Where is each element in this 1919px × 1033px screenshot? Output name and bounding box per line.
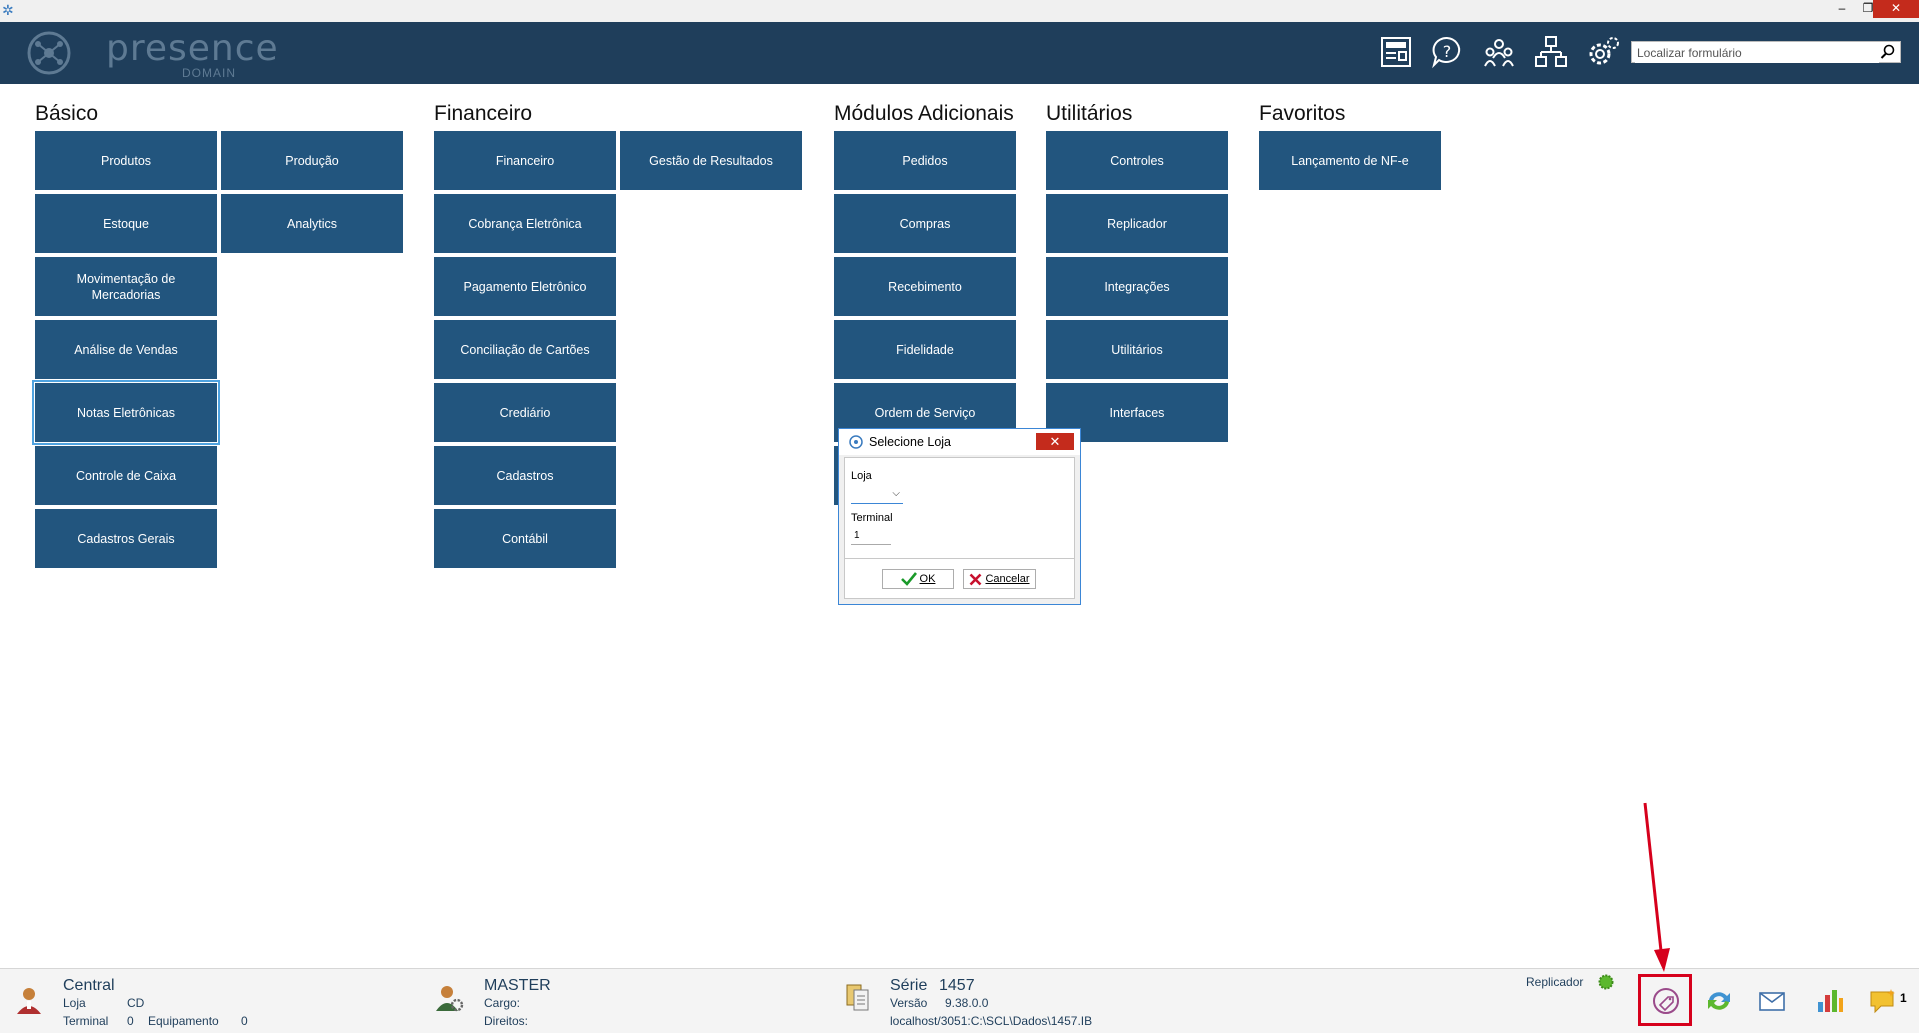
- select-store-dialog: Selecione Loja ✕ Loja ⌵ Terminal 1 OK Ca…: [838, 428, 1081, 605]
- x-icon: [970, 573, 982, 585]
- window-titlebar: ✲ – ❐ ✕: [0, 0, 1919, 22]
- search-input[interactable]: [1635, 43, 1879, 63]
- tile-compras[interactable]: Compras: [834, 194, 1016, 253]
- group-title-utilitarios: Utilitários: [1046, 102, 1133, 125]
- dialog-body: Loja ⌵ Terminal 1 OK Cancelar: [844, 457, 1075, 599]
- terminal-label: Terminal: [851, 512, 893, 524]
- group-title-financeiro: Financeiro: [434, 102, 533, 125]
- help-icon[interactable]: ?: [1429, 34, 1465, 70]
- user-name: MASTER: [484, 977, 551, 994]
- tile-analise-vendas[interactable]: Análise de Vendas: [35, 320, 217, 379]
- versao-value: 9.38.0.0: [945, 996, 989, 1010]
- loja-label: Loja: [851, 470, 872, 482]
- tile-produtos[interactable]: Produtos: [35, 131, 217, 190]
- database-icon: [846, 984, 869, 1011]
- tile-notas-eletronicas[interactable]: Notas Eletrônicas: [32, 380, 220, 445]
- tile-replicador[interactable]: Replicador: [1046, 194, 1228, 253]
- dialog-separator: [845, 558, 1074, 559]
- database-path: localhost/3051:C:\SCL\Dados\1457.IB: [890, 1014, 1093, 1028]
- tile-gestao-resultados[interactable]: Gestão de Resultados: [620, 131, 802, 190]
- tile-pagamento-eletronico[interactable]: Pagamento Eletrônico: [434, 257, 616, 316]
- terminal-input[interactable]: 1: [851, 527, 891, 545]
- news-icon[interactable]: [1378, 34, 1414, 70]
- network-icon[interactable]: [1533, 34, 1569, 70]
- tile-producao[interactable]: Produção: [221, 131, 403, 190]
- equipamento-label: Equipamento: [148, 1014, 219, 1028]
- tile-pedidos[interactable]: Pedidos: [834, 131, 1016, 190]
- replicador-status-icon: [1598, 974, 1614, 990]
- minimize-button[interactable]: –: [1829, 0, 1855, 18]
- settings-icon[interactable]: [1585, 34, 1621, 70]
- serie-label: Série: [890, 977, 928, 994]
- mail-icon[interactable]: [1757, 986, 1787, 1016]
- bar-chart-icon[interactable]: [1815, 984, 1845, 1014]
- loja-select[interactable]: ⌵: [851, 486, 903, 504]
- tile-movimentacao-mercadorias[interactable]: Movimentação de Mercadorias: [35, 257, 217, 316]
- tile-recebimento[interactable]: Recebimento: [834, 257, 1016, 316]
- tile-crediario[interactable]: Crediário: [434, 383, 616, 442]
- notification-count: 1: [1900, 991, 1907, 1005]
- search-box: [1631, 41, 1901, 63]
- direitos-label: Direitos:: [484, 1014, 529, 1028]
- loja-value: [851, 491, 854, 502]
- tile-controle-caixa[interactable]: Controle de Caixa: [35, 446, 217, 505]
- ok-label: OK: [919, 573, 936, 585]
- equipamento-value: 0: [241, 1014, 248, 1028]
- versao-label: Versão: [890, 996, 928, 1010]
- annotation-highlight-box: [1638, 974, 1692, 1026]
- cargo-label: Cargo:: [484, 996, 521, 1010]
- dialog-close-button[interactable]: ✕: [1036, 433, 1074, 450]
- serie-value: 1457: [939, 977, 975, 994]
- group-title-basico: Básico: [35, 102, 99, 125]
- dialog-titlebar: Selecione Loja ✕: [839, 429, 1080, 455]
- tile-conciliacao-cartoes[interactable]: Conciliação de Cartões: [434, 320, 616, 379]
- messages-icon[interactable]: [1869, 986, 1899, 1016]
- check-icon: [900, 572, 917, 586]
- tile-financeiro[interactable]: Financeiro: [434, 131, 616, 190]
- tile-contabil[interactable]: Contábil: [434, 509, 616, 568]
- tile-cadastros[interactable]: Cadastros: [434, 446, 616, 505]
- group-title-favoritos: Favoritos: [1259, 102, 1346, 125]
- group-title-modulos: Módulos Adicionais: [834, 102, 1014, 125]
- logo-icon: [27, 31, 71, 75]
- tile-cadastros-gerais[interactable]: Cadastros Gerais: [35, 509, 217, 568]
- dialog-title: Selecione Loja: [869, 435, 952, 449]
- sync-icon[interactable]: [1704, 986, 1734, 1016]
- tile-integracoes[interactable]: Integrações: [1046, 257, 1228, 316]
- annotation-arrow-icon: [1643, 802, 1670, 972]
- close-window-button[interactable]: ✕: [1873, 0, 1919, 18]
- user-settings-icon: [436, 986, 464, 1012]
- tile-estoque[interactable]: Estoque: [35, 194, 217, 253]
- app-icon: [849, 435, 863, 449]
- ok-button[interactable]: OK: [882, 569, 954, 589]
- chevron-down-icon: ⌵: [892, 488, 900, 499]
- tile-cobranca-eletronica[interactable]: Cobrança Eletrônica: [434, 194, 616, 253]
- replicador-label: Replicador: [1526, 975, 1584, 989]
- loja-value: CD: [127, 996, 145, 1010]
- tile-lancamento-nfe[interactable]: Lançamento de NF-e: [1259, 131, 1441, 190]
- user-icon: [17, 988, 41, 1014]
- tile-utilitarios[interactable]: Utilitários: [1046, 320, 1228, 379]
- tile-fidelidade[interactable]: Fidelidade: [834, 320, 1016, 379]
- users-icon[interactable]: [1481, 34, 1517, 70]
- app-header: presence DOMAIN ?: [0, 22, 1919, 84]
- loja-label: Loja: [63, 996, 86, 1010]
- logo-text: presence: [106, 28, 279, 69]
- app-icon: ✲: [2, 2, 14, 18]
- cancel-label: Cancelar: [985, 573, 1030, 585]
- terminal-label: Terminal: [63, 1014, 109, 1028]
- svg-text:?: ?: [1443, 42, 1452, 61]
- logo-subtitle: DOMAIN: [182, 66, 236, 80]
- tile-analytics[interactable]: Analytics: [221, 194, 403, 253]
- terminal-value: 0: [127, 1014, 134, 1028]
- search-icon[interactable]: [1880, 44, 1896, 60]
- company-name: Central: [63, 977, 115, 994]
- tile-controles[interactable]: Controles: [1046, 131, 1228, 190]
- cancel-button[interactable]: Cancelar: [963, 569, 1036, 589]
